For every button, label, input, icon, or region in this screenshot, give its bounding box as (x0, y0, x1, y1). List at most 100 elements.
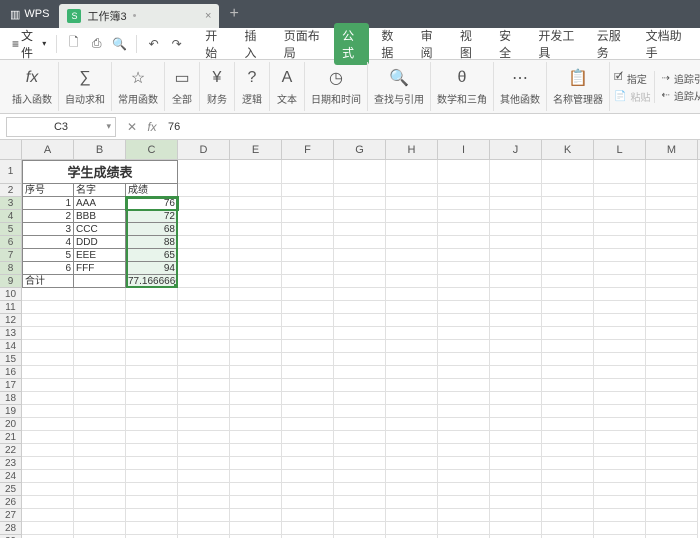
cell[interactable] (74, 470, 126, 483)
cell[interactable] (594, 522, 646, 535)
cell[interactable] (282, 470, 334, 483)
cell[interactable] (230, 197, 282, 210)
cell[interactable]: 学生成绩表 (22, 160, 178, 184)
cell[interactable] (334, 431, 386, 444)
cell[interactable] (126, 379, 178, 392)
cell[interactable] (230, 275, 282, 288)
cell[interactable] (126, 405, 178, 418)
cell[interactable] (438, 496, 490, 509)
cell[interactable]: 76 (126, 197, 178, 210)
cell[interactable] (334, 262, 386, 275)
col-header[interactable]: M (646, 140, 698, 159)
cell[interactable] (386, 314, 438, 327)
cell[interactable] (594, 353, 646, 366)
cell[interactable] (74, 392, 126, 405)
cell[interactable] (282, 275, 334, 288)
cell[interactable] (542, 431, 594, 444)
row-header[interactable]: 10 (0, 288, 21, 301)
cell[interactable] (594, 431, 646, 444)
cell[interactable] (646, 483, 698, 496)
cell[interactable] (386, 470, 438, 483)
cell[interactable] (646, 457, 698, 470)
cell[interactable] (438, 262, 490, 275)
cell[interactable] (74, 457, 126, 470)
cell[interactable] (334, 457, 386, 470)
cell[interactable] (74, 509, 126, 522)
cell[interactable] (74, 522, 126, 535)
cell[interactable] (438, 444, 490, 457)
cell[interactable] (594, 249, 646, 262)
cell[interactable] (594, 197, 646, 210)
row-header[interactable]: 1 (0, 160, 21, 184)
cell[interactable] (438, 197, 490, 210)
cell[interactable]: 4 (22, 236, 74, 249)
cell[interactable] (126, 366, 178, 379)
cell[interactable] (334, 405, 386, 418)
cell[interactable]: 68 (126, 223, 178, 236)
cell[interactable] (490, 301, 542, 314)
cell[interactable] (542, 457, 594, 470)
cell[interactable] (230, 262, 282, 275)
cell[interactable] (282, 522, 334, 535)
cell[interactable] (74, 366, 126, 379)
cell[interactable] (490, 483, 542, 496)
cell[interactable] (438, 470, 490, 483)
cell[interactable] (126, 418, 178, 431)
other-functions-button[interactable]: ⋯ 其他函数 (494, 62, 547, 111)
cell[interactable] (230, 249, 282, 262)
cell[interactable] (126, 340, 178, 353)
cell[interactable] (334, 210, 386, 223)
ribbon-tab-3[interactable]: 公式 (334, 23, 369, 65)
cell[interactable] (126, 314, 178, 327)
col-header[interactable]: H (386, 140, 438, 159)
row-header[interactable]: 8 (0, 262, 21, 275)
cell[interactable] (646, 418, 698, 431)
row-header[interactable]: 12 (0, 314, 21, 327)
row-header[interactable]: 15 (0, 353, 21, 366)
cell[interactable] (594, 366, 646, 379)
col-header[interactable]: I (438, 140, 490, 159)
cell[interactable] (230, 483, 282, 496)
cell[interactable] (490, 457, 542, 470)
cell[interactable] (22, 301, 74, 314)
cell[interactable] (542, 496, 594, 509)
cell[interactable] (646, 431, 698, 444)
cell[interactable] (594, 418, 646, 431)
row-header[interactable]: 11 (0, 301, 21, 314)
row-header[interactable]: 24 (0, 470, 21, 483)
text-button[interactable]: A 文本 (270, 62, 305, 111)
cell[interactable] (542, 288, 594, 301)
cell[interactable] (22, 509, 74, 522)
cell[interactable] (126, 496, 178, 509)
col-header[interactable]: B (74, 140, 126, 159)
preview-button[interactable]: 🔍 (109, 32, 130, 56)
cell[interactable] (74, 431, 126, 444)
row-header[interactable]: 21 (0, 431, 21, 444)
cell[interactable] (646, 275, 698, 288)
cell[interactable] (646, 444, 698, 457)
cell[interactable] (386, 418, 438, 431)
cell[interactable] (594, 223, 646, 236)
cell[interactable]: 5 (22, 249, 74, 262)
cell[interactable] (22, 379, 74, 392)
cell[interactable] (386, 262, 438, 275)
cell[interactable] (438, 249, 490, 262)
cell[interactable] (594, 275, 646, 288)
cell[interactable] (490, 340, 542, 353)
trace-precedents-button[interactable]: ⇢追踪引用单元格 (661, 71, 700, 86)
cell[interactable]: 65 (126, 249, 178, 262)
cell[interactable] (126, 457, 178, 470)
cell[interactable] (230, 314, 282, 327)
grid[interactable]: ABCDEFGHIJKLM 12345678910111213141516171… (0, 140, 700, 538)
cell[interactable] (334, 470, 386, 483)
cell[interactable] (438, 483, 490, 496)
ribbon-tab-7[interactable]: 安全 (491, 23, 526, 65)
cell[interactable] (594, 496, 646, 509)
cell[interactable] (490, 496, 542, 509)
cell[interactable] (178, 496, 230, 509)
cell[interactable] (646, 210, 698, 223)
cell[interactable] (594, 184, 646, 197)
cell[interactable] (542, 353, 594, 366)
cell[interactable] (178, 275, 230, 288)
cell[interactable] (178, 405, 230, 418)
